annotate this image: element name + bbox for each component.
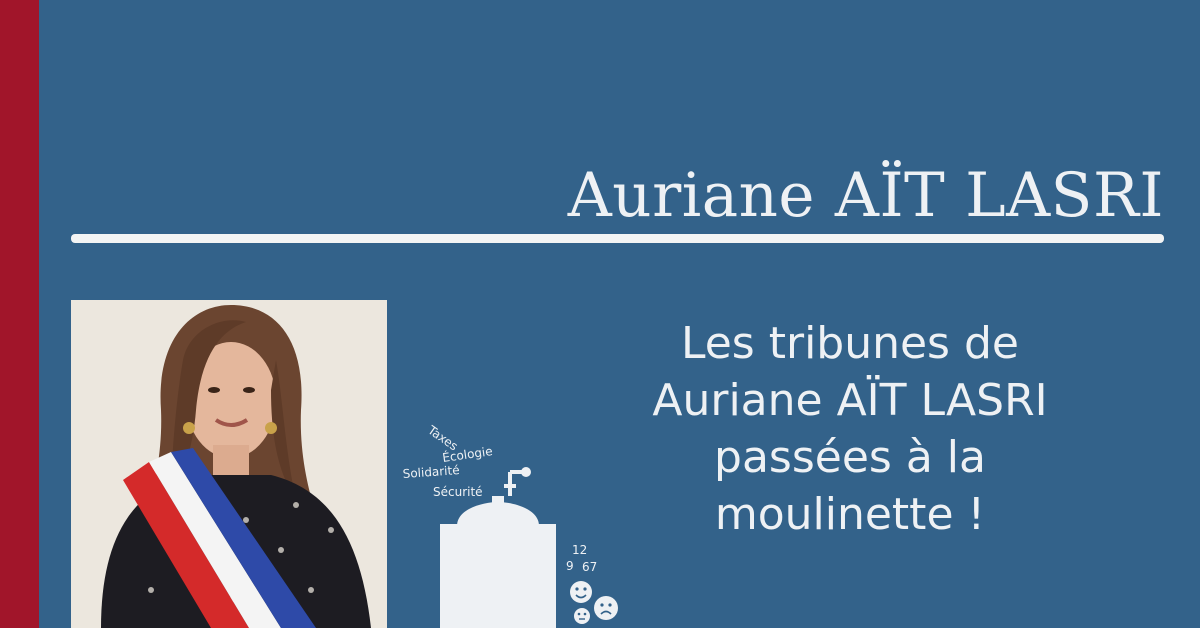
happy-face-icon (570, 581, 592, 603)
tagline-line-4: moulinette ! (714, 489, 986, 540)
word-solidarite: Solidarité (402, 463, 460, 481)
sad-face-icon (594, 596, 618, 620)
tagline-line-1: Les tribunes de (681, 318, 1019, 369)
tagline-line-3: passées à la (714, 432, 986, 483)
neutral-face-icon (574, 608, 590, 624)
tagline: Les tribunes de Auriane AÏT LASRI passée… (620, 315, 1080, 543)
number-12: 12 (572, 543, 587, 557)
coffee-grinder-illustration: Taxes Écologie Solidarité Sécurité 12 9 … (402, 422, 618, 628)
word-securite: Sécurité (433, 485, 483, 499)
title-underline (71, 234, 1164, 243)
page-title: Auriane AÏT LASRI (567, 160, 1164, 231)
side-accent-bar (0, 0, 39, 628)
tagline-line-2: Auriane AÏT LASRI (652, 375, 1048, 426)
number-9: 9 (566, 559, 574, 573)
portrait-photo (71, 300, 387, 628)
number-67: 67 (582, 560, 597, 574)
